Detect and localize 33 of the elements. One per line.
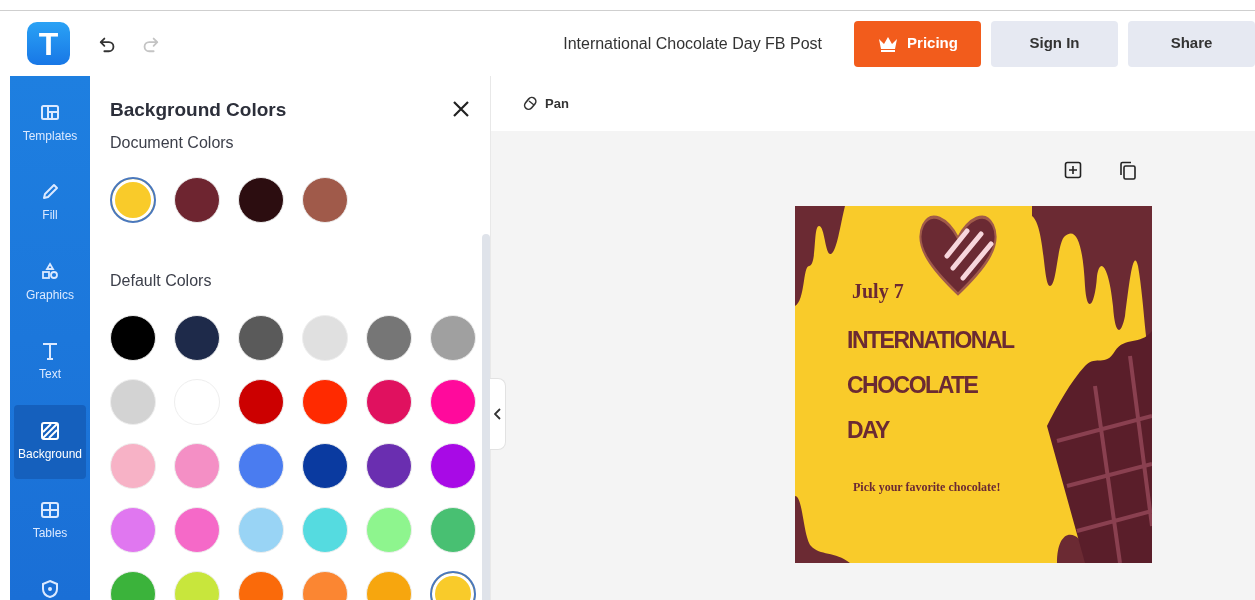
sidebar-item[interactable]: Background <box>14 405 86 479</box>
document-title[interactable]: International Chocolate Day FB Post <box>563 31 822 56</box>
section-label: Default Colors <box>110 270 213 291</box>
toolbar-button[interactable]: Sign In <box>991 20 1118 67</box>
chocolate-drip <box>795 496 850 563</box>
color-swatch[interactable] <box>110 176 156 223</box>
chevron-left-icon <box>493 408 502 420</box>
section-label: Document Colors <box>110 132 235 153</box>
pan-button[interactable]: Pan <box>523 93 569 114</box>
text-icon <box>40 341 60 362</box>
sidebar-item[interactable]: Text <box>10 322 90 402</box>
add-page-button[interactable] <box>1064 161 1082 179</box>
shield-icon[interactable] <box>40 579 60 599</box>
background-icon <box>40 420 60 441</box>
sidebar-item[interactable]: Fill <box>10 163 90 243</box>
table-icon <box>40 500 60 521</box>
sidebar-item[interactable]: Templates <box>10 84 90 164</box>
shapes-icon <box>40 261 60 282</box>
pricing-button[interactable]: Pricing <box>854 20 981 67</box>
pan-icon <box>523 95 539 112</box>
copy-button[interactable] <box>1119 161 1137 181</box>
logo[interactable]: T <box>27 22 70 65</box>
collapse-tab[interactable] <box>490 378 506 450</box>
design-date[interactable]: July 7 <box>852 276 904 306</box>
scrollbar[interactable] <box>482 234 490 600</box>
templates-icon <box>40 102 60 123</box>
sidebar-item[interactable]: Graphics <box>10 243 90 323</box>
panel-title: Background Colors <box>110 98 287 122</box>
design-tagline[interactable]: Pick your favorite chocolate! <box>853 478 1001 496</box>
toolbar-button[interactable]: Share <box>1128 20 1255 67</box>
close-button[interactable] <box>452 100 470 118</box>
design-headline[interactable]: INTERNATIONAL CHOCOLATE DAY <box>847 318 1014 453</box>
sidebar-item[interactable]: Tables <box>10 481 90 562</box>
